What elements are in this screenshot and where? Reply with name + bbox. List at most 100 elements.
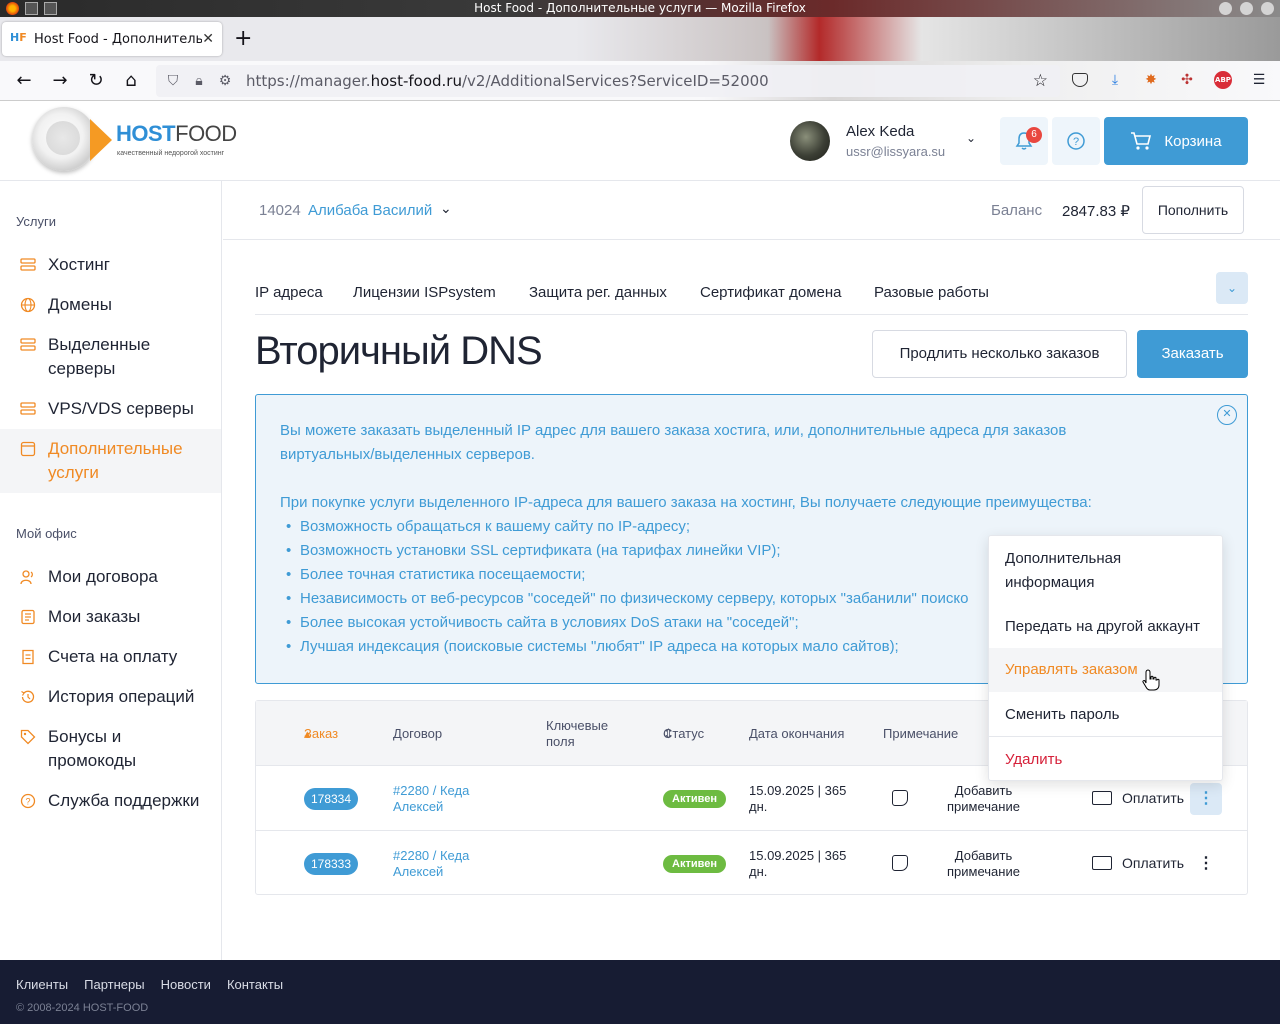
chevron-down-icon[interactable]: ⌄ (440, 200, 452, 217)
close-window-icon[interactable] (1261, 2, 1274, 15)
extension-icon[interactable]: ✸ (1142, 71, 1160, 89)
reload-icon[interactable]: ↻ (84, 69, 108, 93)
list-item: Более высокая устойчивость сайта в услов… (286, 611, 968, 635)
credit-card-icon (1092, 791, 1112, 805)
url-text[interactable]: https://manager.host-food.ru/v2/Addition… (246, 72, 769, 90)
cart-button[interactable]: Корзина (1104, 117, 1248, 165)
info-text: виртуальных/выделенных серверов. (280, 446, 535, 463)
sidebar-item-history[interactable]: История операций (0, 685, 221, 709)
tabs-more-button[interactable]: ⌄ (1216, 272, 1248, 304)
minimize-icon[interactable] (1219, 2, 1232, 15)
menu-item-transfer-account[interactable]: Передать на другой аккаунт (989, 615, 1222, 639)
user-menu[interactable]: Alex Keda ussr@lissyara.su ⌄ (790, 121, 985, 161)
sidebar-item-hosting[interactable]: Хостинг (0, 253, 221, 277)
hostfood-favicon: HF (10, 31, 27, 44)
note-icon[interactable] (892, 855, 908, 871)
hand-cursor-icon (1142, 669, 1160, 691)
sidebar-item-bonuses[interactable]: Бонусы и промокоды (0, 725, 221, 773)
footer-link-partners[interactable]: Партнеры (84, 977, 144, 992)
sidebar-item-invoices[interactable]: Счета на оплату (0, 645, 221, 669)
tab-domain-certificate[interactable]: Сертификат домена (700, 284, 841, 301)
sidebar-item-label: Мои заказы (48, 607, 141, 626)
info-text: Вы можете заказать выделенный IP адрес д… (280, 422, 1067, 439)
forward-icon[interactable]: → (48, 69, 72, 93)
row-actions-button[interactable]: ⋮ (1190, 848, 1222, 880)
close-tab-icon[interactable]: ✕ (202, 31, 214, 47)
users-icon (20, 570, 33, 585)
download-icon[interactable]: ⤓ (1106, 71, 1124, 89)
footer-link-news[interactable]: Новости (161, 977, 211, 992)
bookmark-star-icon[interactable]: ☆ (1033, 71, 1048, 91)
sidebar-item-additional-services[interactable]: Дополнительные услуги (0, 429, 221, 493)
logo-host-text: HOST (116, 121, 176, 146)
extension-icon[interactable]: ✣ (1178, 71, 1196, 89)
copyright: © 2008-2024 HOST-FOOD (16, 1002, 149, 1014)
url-bar[interactable]: ⛉ 🔒︎ ⚙ https://manager.host-food.ru/v2/A… (156, 65, 1060, 97)
menu-divider (989, 736, 1222, 737)
notifications-button[interactable]: 6 (1000, 117, 1048, 165)
menu-item-delete[interactable]: Удалить (989, 748, 1222, 772)
tab-ip-addresses[interactable]: IP адреса (255, 284, 323, 301)
hostfood-logo[interactable]: HOSTFOOD качественный недорогой хостинг (32, 107, 252, 173)
add-note-button[interactable]: Добавить примечание (936, 848, 1031, 880)
service-tabs: IP адреса Лицензии ISPsystem Защита рег.… (255, 268, 1248, 315)
contract-link[interactable]: #2280 / Кеда Алексей (393, 848, 503, 880)
avatar (790, 121, 830, 161)
pay-label: Оплатить (1122, 855, 1185, 871)
close-info-icon[interactable]: ✕ (1217, 405, 1237, 425)
back-icon[interactable]: ← (12, 69, 36, 93)
menu-item-more-info[interactable]: Дополнительная информация (989, 547, 1189, 595)
account-name[interactable]: Алибаба Василий (308, 202, 432, 219)
sidebar-item-vps[interactable]: VPS/VDS серверы (0, 397, 221, 421)
sort-icon: ⇕ (663, 726, 674, 741)
pocket-icon[interactable] (1072, 73, 1088, 87)
pay-button[interactable]: Оплатить (1092, 790, 1184, 806)
balance-value: 2847.83 ₽ (1062, 203, 1130, 220)
tab-one-time-works[interactable]: Разовые работы (874, 284, 989, 301)
menu-icon[interactable]: ☰ (1250, 71, 1268, 89)
question-icon: ? (1067, 132, 1085, 150)
topup-button[interactable]: Пополнить (1142, 186, 1244, 234)
status-badge: Активен (663, 790, 726, 808)
help-button[interactable]: ? (1052, 117, 1100, 165)
tab-ispsystem-licenses[interactable]: Лицензии ISPsystem (353, 284, 496, 301)
order-number-badge[interactable]: 178334 (304, 788, 358, 810)
pay-button[interactable]: Оплатить (1092, 855, 1184, 871)
server-icon (20, 338, 36, 351)
sidebar-item-label: Хостинг (48, 255, 110, 274)
tab-reg-data-protection[interactable]: Защита рег. данных (529, 284, 667, 301)
new-tab-button[interactable]: + (234, 28, 252, 50)
add-note-button[interactable]: Добавить примечание (936, 783, 1031, 815)
sidebar-item-support[interactable]: ? Служба поддержки (0, 789, 221, 813)
sidebar-item-label: VPS/VDS серверы (48, 399, 194, 418)
sidebar-item-domains[interactable]: Домены (0, 293, 221, 317)
lock-icon[interactable]: 🔒︎ (190, 73, 208, 89)
menu-item-change-password[interactable]: Сменить пароль (989, 703, 1222, 727)
sidebar-item-dedicated-servers[interactable]: Выделенные серверы (0, 333, 221, 381)
permissions-icon[interactable]: ⚙ (216, 73, 234, 89)
adblock-icon[interactable]: ABP (1214, 71, 1232, 89)
menu-item-manage-order[interactable]: Управлять заказом (989, 648, 1222, 692)
sidebar-item-orders[interactable]: Мои заказы (0, 605, 221, 629)
maximize-icon[interactable] (1240, 2, 1253, 15)
order-number-badge[interactable]: 178333 (304, 853, 358, 875)
sidebar-item-contracts[interactable]: Мои договора (0, 565, 221, 589)
note-icon[interactable] (892, 790, 908, 806)
home-icon[interactable]: ⌂ (119, 69, 143, 93)
order-button[interactable]: Заказать (1137, 330, 1248, 378)
server-icon (20, 402, 36, 415)
footer-link-clients[interactable]: Клиенты (16, 977, 68, 992)
browser-tab[interactable]: HF Host Food - Дополнительные услуги ✕ (2, 22, 222, 56)
list-item: Независимость от веб-ресурсов "соседей" … (286, 587, 968, 611)
sidebar-section-services: Услуги (16, 214, 56, 229)
renew-orders-button[interactable]: Продлить несколько заказов (872, 330, 1127, 378)
user-email: ussr@lissyara.su (846, 144, 946, 159)
footer-link-contacts[interactable]: Контакты (227, 977, 283, 992)
arrow-logo-icon (90, 119, 112, 161)
end-date: 15.09.2025 | 365 дн. (749, 783, 847, 814)
cart-icon (20, 441, 36, 457)
shield-icon[interactable]: ⛉ (164, 73, 182, 89)
row-actions-button[interactable]: ⋮ (1190, 783, 1222, 815)
list-item: Возможность установки SSL сертификата (н… (286, 539, 968, 563)
contract-link[interactable]: #2280 / Кеда Алексей (393, 783, 503, 815)
